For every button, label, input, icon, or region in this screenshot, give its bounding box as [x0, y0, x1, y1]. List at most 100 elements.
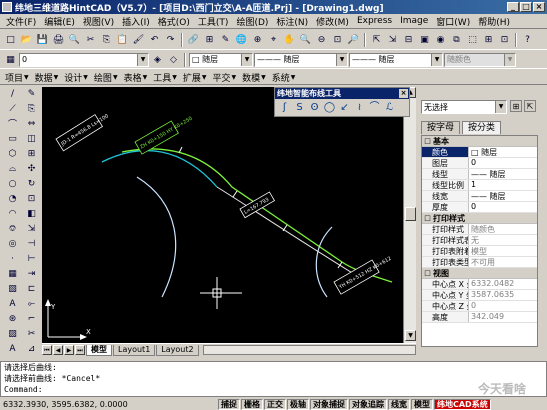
drawing-canvas[interactable]: JD-1 R=456.8 Ls=100 ZH K0+150 HY K0+250 …: [42, 87, 403, 343]
tool-icon[interactable]: ⎊: [5, 222, 20, 235]
hintcad-menu-5[interactable]: 工具 ▼: [150, 71, 180, 84]
collapse-icon[interactable]: □: [423, 137, 432, 146]
app-system-button[interactable]: 纬地CAD系统: [434, 398, 491, 410]
layer-select[interactable]: 0 ▼: [19, 52, 149, 67]
tab-layout1[interactable]: Layout1: [113, 344, 156, 356]
toggle-pickadd-icon[interactable]: ⊞: [510, 100, 522, 112]
tool-icon[interactable]: ⊣: [24, 237, 39, 250]
property-value[interactable]: □ 随层: [469, 147, 537, 157]
tool-icon[interactable]: ▨: [5, 327, 20, 340]
tool-icon[interactable]: ↻: [24, 177, 39, 190]
tool-icon[interactable]: ⇔: [24, 117, 39, 130]
toolbar-button-icon[interactable]: ⧉: [449, 32, 464, 47]
tool-icon[interactable]: ◔: [5, 192, 20, 205]
tool-icon[interactable]: /: [5, 87, 20, 100]
last-tab-icon[interactable]: ⏭: [75, 345, 85, 355]
tool-icon[interactable]: ◎: [5, 237, 20, 250]
menu-item[interactable]: 插入(I): [118, 15, 154, 28]
toolbar-button-icon[interactable]: ⊞: [481, 32, 496, 47]
tool-icon[interactable]: ○: [5, 177, 20, 190]
collapse-icon[interactable]: □: [423, 269, 432, 278]
next-tab-icon[interactable]: ▶: [64, 345, 74, 355]
toolbar-button-icon[interactable]: 🔍: [67, 32, 82, 47]
selection-dropdown[interactable]: 无选择 ▼: [421, 100, 507, 114]
property-row[interactable]: 打印表附着到模型: [422, 246, 537, 257]
property-value[interactable]: 3587.0635: [469, 290, 537, 300]
tool-icon[interactable]: ⇥: [24, 267, 39, 280]
maximize-button[interactable]: □: [520, 2, 532, 12]
routing-tool-icon[interactable]: ℒ: [383, 101, 396, 114]
tool-icon[interactable]: ⌓: [5, 162, 20, 175]
toolbar-button-icon[interactable]: □: [3, 32, 18, 47]
tool-icon[interactable]: ◧: [24, 207, 39, 220]
layer-prev-icon[interactable]: ◈: [150, 52, 165, 67]
routing-tool-icon[interactable]: ʘ: [308, 101, 321, 114]
property-row[interactable]: 图层 0: [422, 158, 537, 169]
property-row[interactable]: 高度 342.049: [422, 312, 537, 323]
hintcad-menu-6[interactable]: 扩展 ▼: [180, 71, 210, 84]
tool-icon[interactable]: ⟜: [24, 297, 39, 310]
toolbar-button-icon[interactable]: 🖌: [131, 32, 146, 47]
toolbar-button-icon[interactable]: ✎: [218, 32, 233, 47]
property-row[interactable]: 线宽 —— 随层: [422, 191, 537, 202]
tool-icon[interactable]: ⊢: [24, 252, 39, 265]
minimize-button[interactable]: _: [507, 2, 519, 12]
lineweight-select[interactable]: ——— 随层 ▼: [349, 52, 443, 67]
status-toggle-6[interactable]: 线宽: [388, 398, 410, 410]
toolbar-button-icon[interactable]: ⊞: [202, 32, 217, 47]
toolbar-button-icon[interactable]: ⇲: [385, 32, 400, 47]
help-icon[interactable]: ?: [520, 32, 535, 47]
toolbar-button-icon[interactable]: ↶: [147, 32, 162, 47]
routing-tool-icon[interactable]: ≀: [353, 101, 366, 114]
tool-icon[interactable]: ▭: [5, 132, 20, 145]
collapse-icon[interactable]: □: [423, 214, 432, 223]
menu-item[interactable]: 绘图(D): [232, 15, 272, 28]
status-toggle-0[interactable]: 捕捉: [218, 398, 240, 410]
routing-tool-icon[interactable]: ⌒: [368, 101, 381, 114]
menu-item[interactable]: 工具(T): [194, 15, 233, 28]
property-row[interactable]: 颜色 □ 随层: [422, 147, 537, 158]
toolbar-button-icon[interactable]: 📋: [115, 32, 130, 47]
hintcad-menu-4[interactable]: 表格 ▼: [121, 71, 151, 84]
tab-alphabetic[interactable]: 按字母: [421, 121, 461, 134]
toolbar-button-icon[interactable]: ⊡: [497, 32, 512, 47]
menu-item[interactable]: 编辑(E): [40, 15, 79, 28]
property-row[interactable]: 打印表类型 不可用: [422, 257, 537, 268]
toolbar-button-icon[interactable]: ▣: [417, 32, 432, 47]
toolbar-button-icon[interactable]: ✋: [282, 32, 297, 47]
property-row[interactable]: 中心点 X 坐6332.0482: [422, 279, 537, 290]
toolbar-button-icon[interactable]: 🔗: [186, 32, 201, 47]
tool-icon[interactable]: ✎: [24, 87, 39, 100]
scroll-thumb[interactable]: [405, 207, 416, 221]
property-row[interactable]: 线型 —— 随层: [422, 169, 537, 180]
tool-icon[interactable]: ⟋: [5, 102, 20, 115]
make-current-icon[interactable]: ◇: [166, 52, 181, 67]
arc-lower-right[interactable]: [315, 226, 333, 298]
tool-icon[interactable]: ⬡: [5, 147, 20, 160]
routing-tool-icon[interactable]: ↙: [338, 101, 351, 114]
menu-item[interactable]: Express: [353, 16, 396, 26]
hintcad-menu-0[interactable]: 项目 ▼: [2, 71, 32, 84]
tool-icon[interactable]: ◠: [5, 207, 20, 220]
tool-icon[interactable]: ⊿: [24, 342, 39, 355]
tool-icon[interactable]: ⌒: [5, 117, 20, 130]
tool-icon[interactable]: ▧: [5, 282, 20, 295]
menu-item[interactable]: Image: [396, 16, 432, 26]
palette-close-icon[interactable]: ×: [399, 89, 408, 98]
toolbar-button-icon[interactable]: ⊡: [330, 32, 345, 47]
status-toggle-3[interactable]: 极轴: [287, 398, 309, 410]
hintcad-menu-3[interactable]: 绘图 ▼: [91, 71, 121, 84]
command-window[interactable]: 请选择后曲线: 请选择前曲线: *Cancel* Command:: [0, 361, 547, 397]
tool-icon[interactable]: ⊏: [24, 282, 39, 295]
routing-tool-icon[interactable]: ◯: [323, 101, 336, 114]
property-value[interactable]: 无: [469, 235, 537, 245]
tool-icon[interactable]: ▦: [5, 267, 20, 280]
routing-tool-icon[interactable]: S: [293, 101, 306, 114]
tool-icon[interactable]: ✂: [24, 327, 39, 340]
property-section[interactable]: □ 视图: [422, 268, 537, 279]
status-toggle-2[interactable]: 正交: [264, 398, 286, 410]
menu-item[interactable]: 窗口(W): [432, 15, 474, 28]
property-value[interactable]: 不可用: [469, 257, 537, 267]
status-toggle-5[interactable]: 对象追踪: [349, 398, 387, 410]
arc-lower-left[interactable]: [136, 176, 177, 298]
